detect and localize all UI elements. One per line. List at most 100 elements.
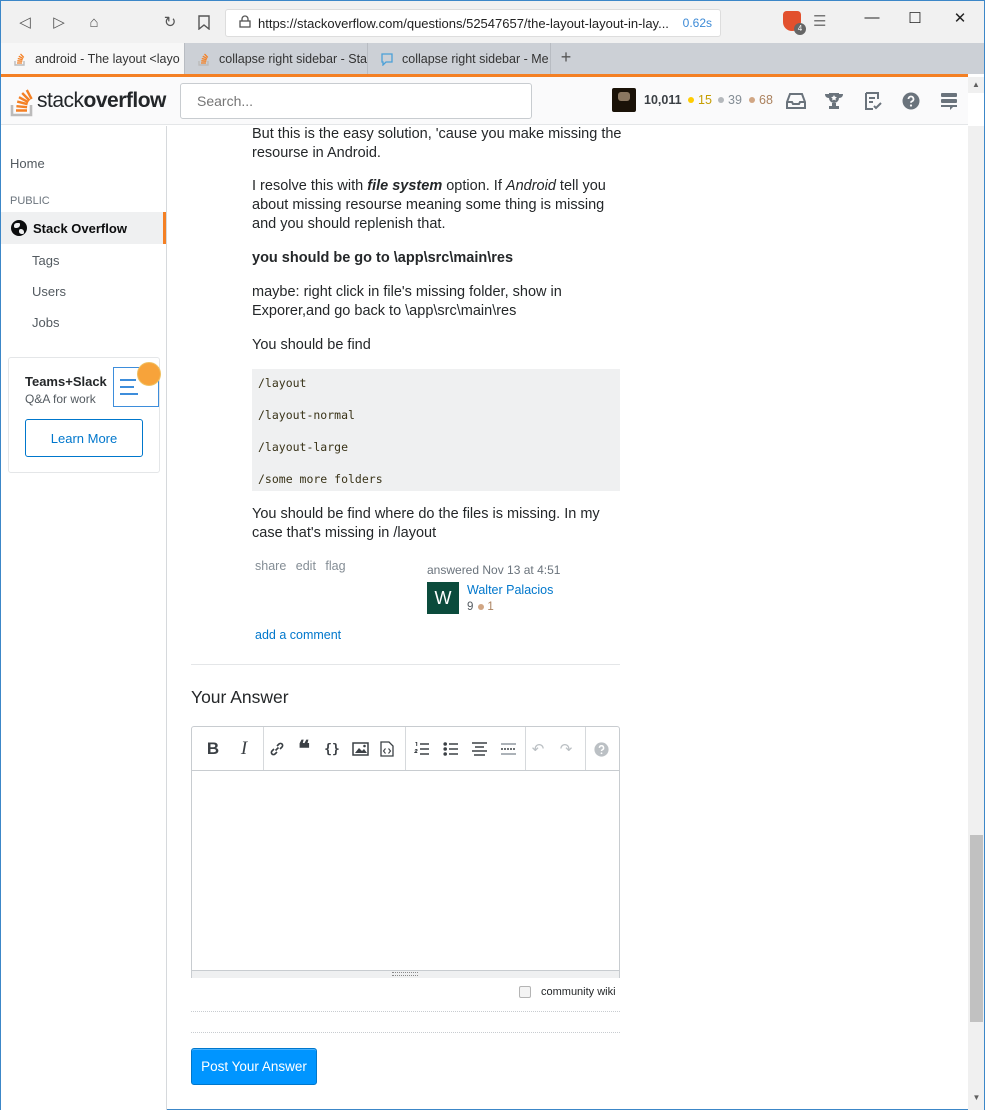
logo-text: stackoverflow xyxy=(37,89,166,112)
load-time: 0.62s xyxy=(682,16,712,30)
nav-stack-overflow[interactable]: Stack Overflow xyxy=(1,212,166,244)
answer-textarea[interactable] xyxy=(192,771,619,970)
scroll-up-arrow[interactable]: ▲ xyxy=(968,77,984,93)
maximize-icon[interactable]: ☐ xyxy=(900,9,930,31)
scroll-down-arrow[interactable]: ▼ xyxy=(970,1091,983,1105)
globe-icon xyxy=(11,220,27,236)
lock-badge-icon xyxy=(137,362,161,386)
answer-paragraph: maybe: right click in file's missing fol… xyxy=(252,284,562,319)
editor-resize-handle[interactable] xyxy=(192,970,619,978)
author-reputation: 9 1 xyxy=(467,601,494,613)
learn-more-button[interactable]: Learn More xyxy=(25,419,143,457)
browser-toolbar: ◁ ▷ ⌂ ↻ https://stackoverflow.com/questi… xyxy=(1,1,984,43)
inbox-icon[interactable] xyxy=(785,90,807,112)
answer-paragraph: But this is the easy solution, 'cause yo… xyxy=(252,126,622,161)
answer-paragraph: You should be find xyxy=(252,337,371,353)
image-icon[interactable] xyxy=(350,739,370,759)
nav-tags[interactable]: Tags xyxy=(32,253,59,268)
stackoverflow-icon xyxy=(14,53,25,66)
site-switcher-icon[interactable] xyxy=(938,90,960,112)
main-content: But this is the easy solution, 'cause yo… xyxy=(168,126,968,1110)
blockquote-icon[interactable]: ❝ xyxy=(294,736,314,761)
redo-icon[interactable]: ↷ xyxy=(556,739,576,759)
silver-badge-count: 39 xyxy=(718,93,742,107)
user-avatar[interactable] xyxy=(612,88,636,112)
add-comment-link[interactable]: add a comment xyxy=(255,628,341,642)
bold-icon[interactable]: B xyxy=(203,739,223,759)
snippet-icon[interactable] xyxy=(377,739,397,759)
code-block: /layout /layout-normal /layout-large /so… xyxy=(252,369,620,491)
heading-icon[interactable] xyxy=(469,739,489,759)
bookmark-icon[interactable] xyxy=(192,11,216,33)
site-logo[interactable]: stackoverflow xyxy=(9,83,166,119)
code-icon[interactable]: {} xyxy=(322,739,342,759)
left-sidebar: Home PUBLIC Stack Overflow Tags Users Jo… xyxy=(1,126,167,1110)
share-link[interactable]: share xyxy=(255,559,286,573)
meta-chat-icon xyxy=(381,52,393,66)
minimize-icon[interactable]: — xyxy=(857,9,887,31)
page-scrollbar[interactable]: ▼ xyxy=(968,126,984,1110)
community-wiki-label: community wiki xyxy=(541,986,616,998)
community-wiki-checkbox[interactable] xyxy=(519,986,531,998)
teams-promo: Teams+Slack Q&A for work Learn More xyxy=(8,357,161,473)
nav-jobs[interactable]: Jobs xyxy=(32,315,59,330)
answer-paragraph: You should be find where do the files is… xyxy=(252,506,600,541)
home-icon[interactable]: ⌂ xyxy=(82,11,106,33)
editor-toolbar: B I ❝ {} ↶ ↷ xyxy=(192,727,619,771)
teams-subtitle: Q&A for work xyxy=(25,392,96,406)
bronze-badge-count: 68 xyxy=(749,93,773,107)
bulleted-list-icon[interactable] xyxy=(441,739,461,759)
nav-label: Stack Overflow xyxy=(33,220,127,236)
ordered-list-icon[interactable] xyxy=(412,739,432,759)
edit-link[interactable]: edit xyxy=(296,559,316,573)
divider xyxy=(191,1011,620,1012)
brave-shields-button[interactable]: 4 xyxy=(783,11,806,35)
back-icon[interactable]: ◁ xyxy=(13,11,37,33)
forward-icon[interactable]: ▷ xyxy=(47,11,71,33)
new-tab-button[interactable]: + xyxy=(555,47,577,68)
reload-icon[interactable]: ↻ xyxy=(158,11,182,33)
link-icon[interactable] xyxy=(267,739,287,759)
teams-title: Teams+Slack xyxy=(25,374,107,389)
help-icon[interactable] xyxy=(900,90,922,112)
code-line: /layout-large xyxy=(258,440,349,454)
editor-help-icon[interactable] xyxy=(591,739,611,759)
answer-paragraph: I resolve this with file system option. … xyxy=(252,178,606,232)
nav-home[interactable]: Home xyxy=(10,156,45,171)
lock-icon xyxy=(232,15,258,31)
tab-android-layout[interactable]: android - The layout <layo xyxy=(1,43,185,74)
search-input[interactable] xyxy=(180,83,532,119)
scrollbar-thumb[interactable] xyxy=(970,835,983,1022)
post-menu: share edit flag xyxy=(255,559,352,573)
tab-collapse-sidebar-so[interactable]: collapse right sidebar - Sta xyxy=(185,43,368,74)
author-name[interactable]: Walter Palacios xyxy=(467,583,553,597)
close-icon[interactable]: ✕ xyxy=(945,9,975,31)
review-queue-icon[interactable] xyxy=(862,90,884,112)
user-signature: answered Nov 13 at 4:51 W Walter Palacio… xyxy=(427,563,627,614)
community-wiki-option[interactable]: community wiki xyxy=(519,986,616,998)
site-header: stackoverflow 10,011 15 39 68 xyxy=(1,77,968,125)
url-text: https://stackoverflow.com/questions/5254… xyxy=(258,15,669,31)
undo-icon[interactable]: ↶ xyxy=(528,739,548,759)
answer-paragraph-bold: you should be go to \app\src\main\res xyxy=(252,250,514,266)
tab-label: collapse right sidebar - Sta xyxy=(219,51,367,66)
tab-bar: android - The layout <layo collapse righ… xyxy=(1,43,984,74)
divider xyxy=(191,1032,620,1033)
address-bar[interactable]: https://stackoverflow.com/questions/5254… xyxy=(225,9,721,37)
achievements-trophy-icon[interactable] xyxy=(823,90,845,112)
author-avatar[interactable]: W xyxy=(427,582,459,614)
answer-editor: B I ❝ {} ↶ ↷ xyxy=(191,726,620,978)
stackoverflow-logo-icon xyxy=(10,89,33,117)
flag-link[interactable]: flag xyxy=(325,559,345,573)
nav-users[interactable]: Users xyxy=(32,284,66,299)
gold-badge-count: 15 xyxy=(688,93,712,107)
tab-collapse-sidebar-meta[interactable]: collapse right sidebar - Me xyxy=(368,43,551,74)
tab-label: android - The layout <layo xyxy=(35,51,180,66)
menu-icon[interactable]: ☰ xyxy=(813,12,826,30)
horizontal-rule-icon[interactable] xyxy=(498,739,518,759)
grip-icon xyxy=(392,972,418,976)
shields-count-badge: 4 xyxy=(794,23,806,35)
stackoverflow-icon xyxy=(198,53,209,66)
italic-icon[interactable]: I xyxy=(234,738,254,759)
post-answer-button[interactable]: Post Your Answer xyxy=(191,1048,317,1085)
